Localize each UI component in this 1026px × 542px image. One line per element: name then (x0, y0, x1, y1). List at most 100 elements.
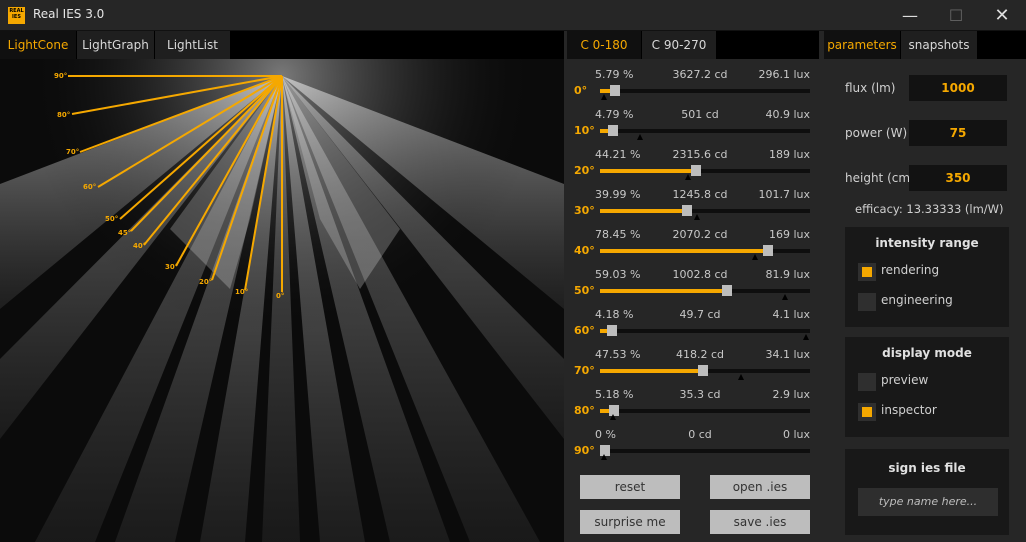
candela-value: 35.3 cd (679, 388, 721, 401)
reference-marker (601, 94, 608, 100)
slider-handle[interactable] (608, 125, 619, 136)
slider-fill (600, 369, 700, 373)
sign-ies-group: sign ies file type name here... (845, 449, 1009, 535)
slider-fill (600, 249, 765, 253)
intensity-slider[interactable] (600, 325, 810, 336)
intensity-slider[interactable] (600, 285, 810, 296)
surprise-me-button[interactable]: surprise me (580, 510, 680, 534)
preview-checkbox[interactable] (858, 373, 876, 391)
intensity-slider[interactable] (600, 245, 810, 256)
percent-value: 78.45 % (595, 228, 641, 241)
tab-c90-270[interactable]: C 90-270 (642, 31, 716, 59)
angle-label: 10° (574, 124, 595, 137)
intensity-slider[interactable] (600, 125, 810, 136)
tab-parameters[interactable]: parameters (824, 31, 900, 59)
angle-label-10: 10° (235, 288, 249, 296)
intensity-slider[interactable] (600, 165, 810, 176)
intensity-slider[interactable] (600, 405, 810, 416)
intensity-row: 47.53 % 418.2 cd 34.1 lux 70° (567, 345, 819, 385)
light-cone-canvas (0, 59, 564, 542)
flux-label: flux (lm) (845, 81, 896, 95)
slider-handle[interactable] (681, 205, 692, 216)
percent-value: 4.18 % (595, 308, 634, 321)
save-ies-button[interactable]: save .ies (710, 510, 810, 534)
inspector-label[interactable]: inspector (881, 403, 937, 417)
minimize-button[interactable]: — (887, 0, 933, 31)
angle-label-90: 90° (54, 72, 68, 80)
reference-marker (685, 174, 692, 180)
intensity-range-group: intensity range rendering engineering (845, 227, 1009, 327)
display-mode-group: display mode preview inspector (845, 337, 1009, 437)
reference-marker (752, 254, 759, 260)
engineering-label[interactable]: engineering (881, 293, 953, 307)
intensity-row: 39.99 % 1245.8 cd 101.7 lux 30° (567, 185, 819, 225)
candela-value: 418.2 cd (675, 348, 725, 361)
sign-name-input[interactable]: type name here... (858, 488, 998, 516)
height-label: height (cm) (845, 171, 915, 185)
candela-value: 3627.2 cd (672, 68, 728, 81)
tab-c0-180[interactable]: C 0-180 (567, 31, 641, 59)
angle-label-30: 30° (165, 263, 179, 271)
intensity-range-title: intensity range (875, 236, 979, 250)
intensity-row: 0 % 0 cd 0 lux 90° (567, 425, 819, 465)
open-ies-button[interactable]: open .ies (710, 475, 810, 499)
angle-label: 40° (574, 244, 595, 257)
angle-label: 60° (574, 324, 595, 337)
slider-handle[interactable] (721, 285, 732, 296)
height-input[interactable]: 350 (909, 165, 1007, 191)
maximize-button[interactable]: ☐ (933, 0, 979, 31)
close-button[interactable]: ✕ (979, 0, 1025, 31)
slider-handle[interactable] (690, 165, 701, 176)
rendering-checkbox[interactable] (858, 263, 876, 281)
percent-value: 44.21 % (595, 148, 641, 161)
parameters-panel: flux (lm) 1000 power (W) 75 height (cm) … (824, 59, 1026, 542)
intensity-slider[interactable] (600, 205, 810, 216)
lux-value: 34.1 lux (765, 348, 810, 361)
power-input[interactable]: 75 (909, 120, 1007, 146)
reset-button[interactable]: reset (580, 475, 680, 499)
view-tabs: LightCone LightGraph LightList (0, 31, 564, 59)
candela-value: 1245.8 cd (672, 188, 728, 201)
reference-marker (693, 214, 700, 220)
angle-label-0: 0° (276, 292, 285, 300)
inspector-checkbox[interactable] (858, 403, 876, 421)
lux-value: 296.1 lux (758, 68, 810, 81)
flux-input[interactable]: 1000 (909, 75, 1007, 101)
angle-label: 20° (574, 164, 595, 177)
rendering-label[interactable]: rendering (881, 263, 939, 277)
window-title: Real IES 3.0 (33, 7, 105, 21)
candela-value: 1002.8 cd (672, 268, 728, 281)
tab-lightcone[interactable]: LightCone (0, 31, 76, 59)
slider-handle[interactable] (762, 245, 773, 256)
light-cone-view[interactable]: 90° 80° 70° 60° 50° 45° 40° 30° 20° 10° … (0, 59, 564, 542)
slider-fill (600, 169, 693, 173)
lux-value: 189 lux (768, 148, 810, 161)
reference-marker (781, 294, 788, 300)
slider-handle[interactable] (606, 325, 617, 336)
angle-label: 90° (574, 444, 595, 457)
intensity-row: 5.18 % 35.3 cd 2.9 lux 80° (567, 385, 819, 425)
power-label: power (W) (845, 126, 908, 140)
intensity-slider[interactable] (600, 365, 810, 376)
slider-handle[interactable] (610, 85, 621, 96)
intensity-slider[interactable] (600, 85, 810, 96)
slider-handle[interactable] (697, 365, 708, 376)
reference-marker (601, 454, 608, 460)
engineering-checkbox[interactable] (858, 293, 876, 311)
slider-fill (600, 289, 724, 293)
preview-label[interactable]: preview (881, 373, 928, 387)
angle-label-80: 80° (57, 111, 71, 119)
percent-value: 0 % (595, 428, 616, 441)
reference-marker (737, 374, 744, 380)
tab-lightlist[interactable]: LightList (155, 31, 230, 59)
tab-lightgraph[interactable]: LightGraph (77, 31, 154, 59)
lux-value: 4.1 lux (772, 308, 810, 321)
intensity-row: 4.18 % 49.7 cd 4.1 lux 60° (567, 305, 819, 345)
percent-value: 5.18 % (595, 388, 634, 401)
intensity-row: 44.21 % 2315.6 cd 189 lux 20° (567, 145, 819, 185)
tab-snapshots[interactable]: snapshots (901, 31, 977, 59)
intensity-slider[interactable] (600, 445, 810, 456)
intensity-panel: 5.79 % 3627.2 cd 296.1 lux 0° 4.79 % 501 cd 40… (567, 59, 819, 542)
candela-value: 501 cd (681, 108, 719, 121)
percent-value: 5.79 % (595, 68, 634, 81)
